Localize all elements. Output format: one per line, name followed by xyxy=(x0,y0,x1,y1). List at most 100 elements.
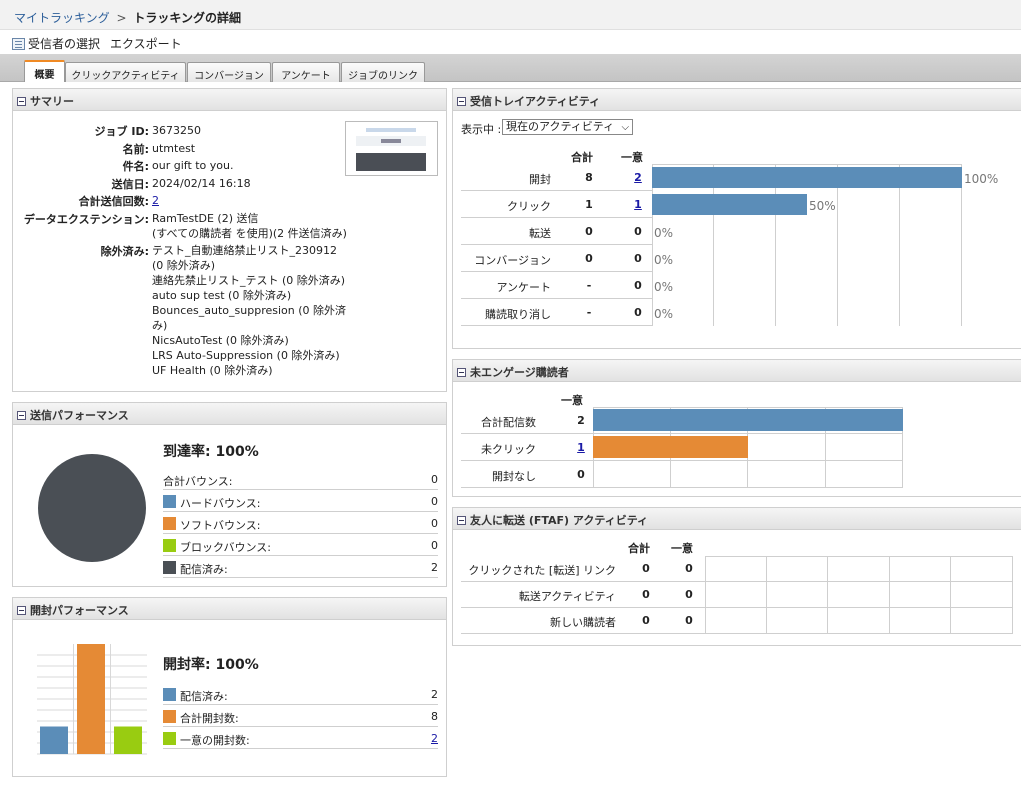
open-bar-1 xyxy=(77,644,105,754)
grid-cell xyxy=(776,218,838,245)
grid-cell xyxy=(951,556,1013,582)
send-performance-panel: 送信パフォーマンス 到達率: 100% 合計バウンス: 0 ハードバウンス: 0 ソフト… xyxy=(12,402,447,587)
unengaged-label: 開封なし xyxy=(492,470,536,483)
unengaged-value-link[interactable]: 1 xyxy=(571,441,591,454)
tab-survey[interactable]: アンケート xyxy=(272,62,340,82)
summary-field-value: RamTestDE (2) 送信 xyxy=(152,211,259,225)
grid-cell xyxy=(900,299,962,326)
collapse-icon[interactable] xyxy=(17,411,26,420)
grid-cell xyxy=(705,556,767,582)
grid-cell xyxy=(900,245,962,272)
activity-unique: 0 xyxy=(634,252,642,265)
inbox-activity-row: コンバージョン 0 0 xyxy=(461,245,652,272)
send-performance-row: ソフトバウンス: 0 xyxy=(163,513,438,534)
summary-field-value: utmtest xyxy=(152,141,196,155)
total-sends-link[interactable]: 2 xyxy=(152,193,159,208)
activity-percent: 0% xyxy=(654,253,674,267)
unengaged-label: 合計配信数 xyxy=(481,416,536,429)
grid-cell xyxy=(838,272,900,299)
unique-opens-link[interactable]: 2 xyxy=(431,732,438,745)
ftaf-total: 0 xyxy=(642,562,650,575)
email-thumbnail[interactable] xyxy=(345,121,438,176)
inbox-activity-row: 転送 0 0 xyxy=(461,218,652,245)
collapse-icon[interactable] xyxy=(457,97,466,106)
summary-field-label: 除外済み: xyxy=(100,245,149,258)
open-performance-header: 開封パフォーマンス xyxy=(13,598,446,620)
breadcrumb: マイトラッキング > トラッキングの詳細 xyxy=(0,0,1021,30)
grid-cell xyxy=(714,218,776,245)
summary-field-label: 名前: xyxy=(122,142,149,156)
unengaged-row: 開封なし 0 xyxy=(461,461,593,488)
summary-field-value: UF Health (0 除外済み) xyxy=(152,364,273,377)
activity-label: 開封 xyxy=(529,173,551,186)
grid-cell xyxy=(889,556,951,582)
grid-cell xyxy=(838,299,900,326)
grid-cell xyxy=(889,582,951,608)
activity-unique-link[interactable]: 2 xyxy=(628,171,648,184)
send-row-label: ソフトバウンス: xyxy=(180,519,261,532)
tab-job-links[interactable]: ジョブのリンク xyxy=(341,62,425,82)
open-performance-panel: 開封パフォーマンス 開封率: 100% 配信済み: 2 合計開封数: 8 一意の開封数:… xyxy=(12,597,447,777)
activity-unique-link[interactable]: 1 xyxy=(628,198,648,211)
open-performance-row: 一意の開封数: 2 xyxy=(163,728,438,749)
inbox-activity-panel: 受信トレイアクティビティ 表示中 : 現在のアクティビティ ⌵ 合計 一意 開封 8… xyxy=(452,88,1021,349)
summary-field-value: LRS Auto-Suppression (0 除外済み) xyxy=(152,349,340,362)
ftaf-row: 新しい購読者 0 0 xyxy=(461,608,705,634)
select-recipients-button[interactable]: 受信者の選択 xyxy=(28,37,100,51)
activity-total: - xyxy=(586,306,592,319)
col-head-total: 合計 xyxy=(628,542,650,555)
ftaf-row: 転送アクティビティ 0 0 xyxy=(461,582,705,608)
ftaf-unique: 0 xyxy=(685,614,693,627)
open-row-label: 合計開封数: xyxy=(180,712,239,725)
summary-field-value: 2024/02/14 16:18 xyxy=(152,176,251,190)
legend-swatch xyxy=(163,710,176,723)
open-row-label: 一意の開封数: xyxy=(180,734,250,747)
grid-cell xyxy=(776,272,838,299)
send-performance-header: 送信パフォーマンス xyxy=(13,403,446,425)
collapse-icon[interactable] xyxy=(457,368,466,377)
summary-field-value: our gift to you. xyxy=(152,159,234,172)
summary-field-label: 送信日: xyxy=(111,177,149,191)
display-label: 表示中 : xyxy=(461,123,502,136)
summary-field-value: 連絡先禁止リスト_テスト (0 除外済み) xyxy=(152,274,346,287)
tab-overview[interactable]: 概要 xyxy=(24,60,65,82)
legend-swatch xyxy=(163,561,176,574)
activity-percent: 50% xyxy=(809,199,836,213)
grid-cell xyxy=(670,461,748,488)
summary-field-label: データエクステンション: xyxy=(23,212,149,226)
send-row-value: 0 xyxy=(431,517,438,530)
grid-cell xyxy=(748,461,826,488)
unengaged-row: 未クリック 1 xyxy=(461,434,593,461)
collapse-icon[interactable] xyxy=(17,97,26,106)
summary-field-value: み) xyxy=(152,319,168,332)
open-row-value: 8 xyxy=(431,710,438,723)
export-button[interactable]: エクスポート xyxy=(110,37,182,51)
send-row-label: 配信済み: xyxy=(180,563,228,576)
activity-view-select[interactable]: 現在のアクティビティ ⌵ xyxy=(502,119,634,135)
inbox-activity-row: 購読取り消し - 0 xyxy=(461,299,652,326)
activity-percent: 0% xyxy=(654,307,674,321)
grid-cell xyxy=(889,608,951,634)
unengaged-bar xyxy=(593,436,748,458)
breadcrumb-link-my-tracking[interactable]: マイトラッキング xyxy=(14,11,110,25)
ftaf-label: 新しい購読者 xyxy=(550,616,616,629)
delivery-rate: 到達率: 100% xyxy=(163,444,259,460)
send-row-value: 0 xyxy=(431,539,438,552)
col-head-unique: 一意 xyxy=(561,394,583,407)
recipients-list-icon[interactable] xyxy=(12,38,25,50)
grid-cell xyxy=(828,582,890,608)
tab-click-activity[interactable]: クリックアクティビティ xyxy=(65,62,186,82)
col-head-unique: 一意 xyxy=(621,151,643,164)
pie-slice-delivered xyxy=(38,454,146,562)
collapse-icon[interactable] xyxy=(457,516,466,525)
tab-conversion[interactable]: コンバージョン xyxy=(187,62,271,82)
ftaf-total: 0 xyxy=(642,614,650,627)
send-performance-title: 送信パフォーマンス xyxy=(30,409,129,422)
open-bar-2 xyxy=(114,726,142,754)
grid-cell xyxy=(714,299,776,326)
collapse-icon[interactable] xyxy=(17,606,26,615)
grid-cell xyxy=(900,272,962,299)
send-row-label: ハードバウンス: xyxy=(180,497,261,510)
col-head-unique: 一意 xyxy=(671,542,693,555)
grid-cell xyxy=(951,582,1013,608)
